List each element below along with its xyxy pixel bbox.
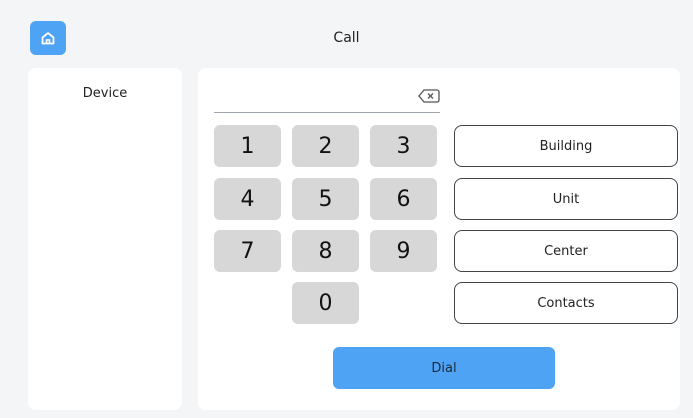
key-9[interactable]: 9 — [370, 230, 437, 272]
key-5[interactable]: 5 — [292, 178, 359, 220]
dial-button[interactable]: Dial — [333, 347, 555, 389]
key-7[interactable]: 7 — [214, 230, 281, 272]
key-6[interactable]: 6 — [370, 178, 437, 220]
contacts-button[interactable]: Contacts — [454, 282, 678, 324]
key-0[interactable]: 0 — [292, 282, 359, 324]
page-title: Call — [333, 30, 360, 46]
building-button[interactable]: Building — [454, 125, 678, 167]
key-1[interactable]: 1 — [214, 125, 281, 167]
key-8[interactable]: 8 — [292, 230, 359, 272]
sidebar-item-device[interactable]: Device — [28, 86, 182, 101]
key-3[interactable]: 3 — [370, 125, 437, 167]
center-button[interactable]: Center — [454, 230, 678, 272]
unit-button[interactable]: Unit — [454, 178, 678, 220]
top-bar: Call — [0, 0, 693, 62]
key-4[interactable]: 4 — [214, 178, 281, 220]
sidebar: Device — [28, 68, 182, 410]
backspace-icon[interactable] — [418, 88, 440, 104]
key-2[interactable]: 2 — [292, 125, 359, 167]
number-input[interactable] — [214, 82, 440, 113]
dial-panel: 1 2 3 4 5 6 7 8 9 0 Building Unit Center… — [198, 68, 680, 410]
